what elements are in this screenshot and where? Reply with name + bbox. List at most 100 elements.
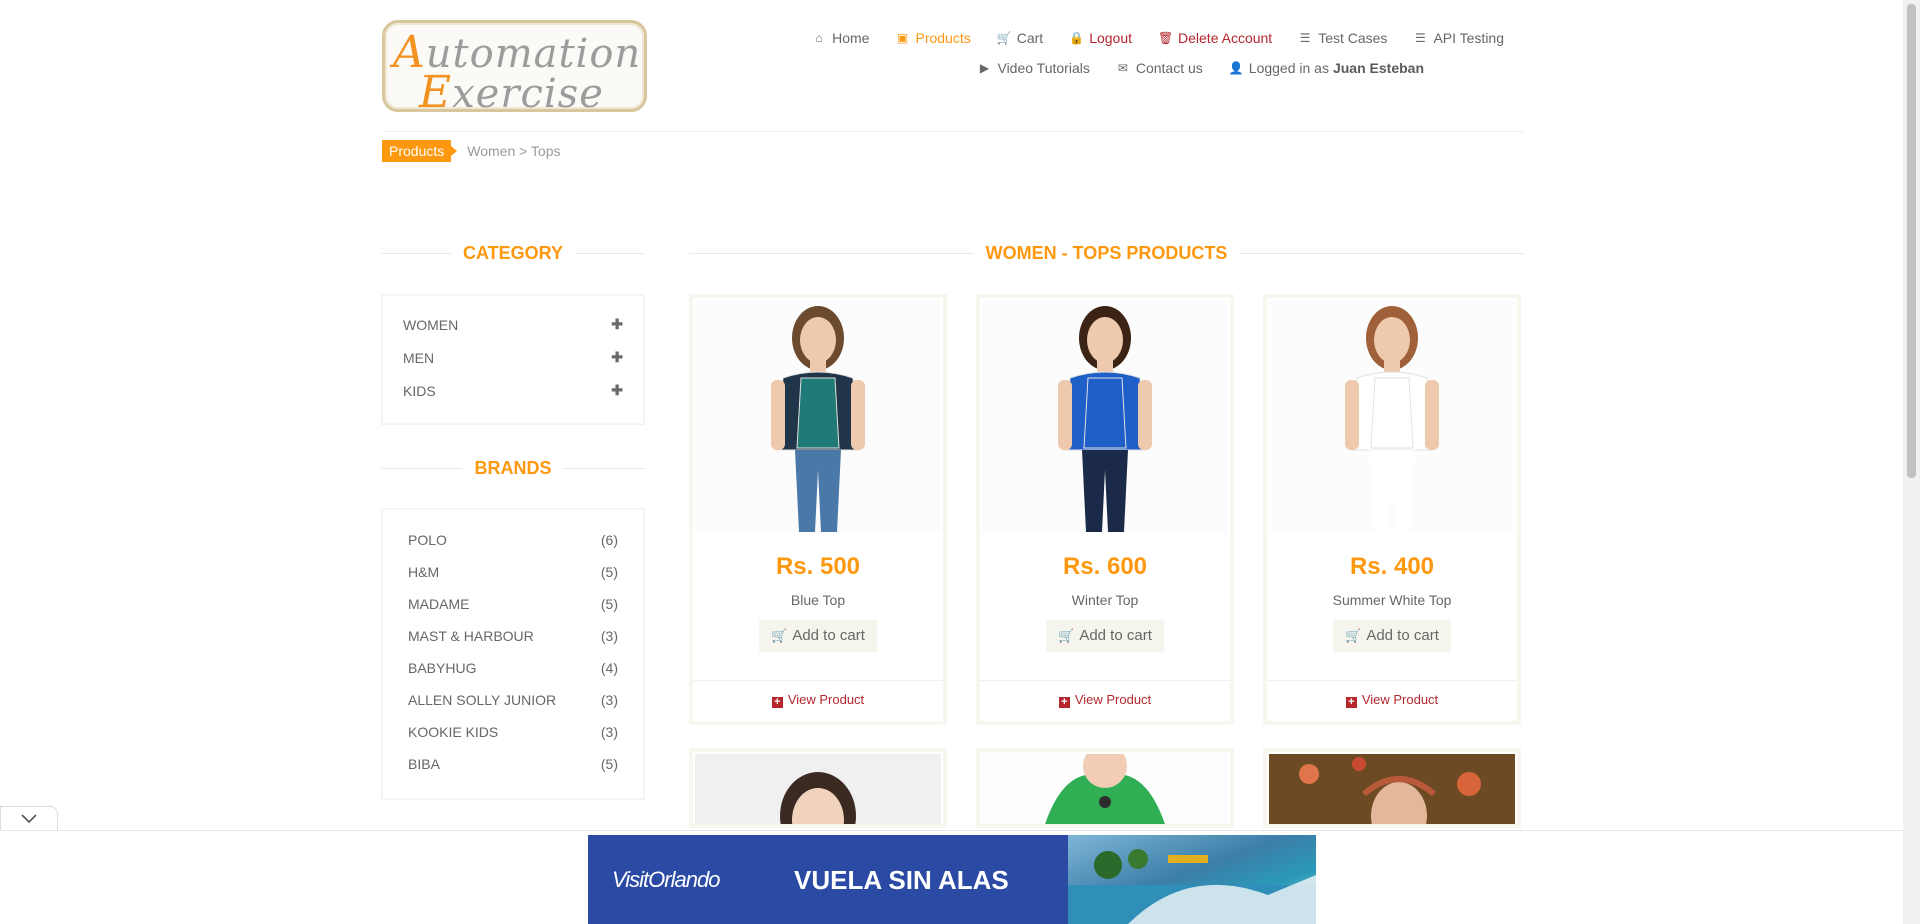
- logo-cap-e: E: [419, 67, 453, 112]
- product-image: [982, 300, 1228, 532]
- brand-count: (5): [600, 596, 618, 612]
- nav-video-tutorials[interactable]: ▶ Video Tutorials: [977, 58, 1090, 78]
- breadcrumb-products[interactable]: Products: [382, 140, 458, 162]
- view-product-link[interactable]: + View Product: [1267, 680, 1517, 721]
- add-to-cart-button[interactable]: 🛒 Add to cart: [1333, 620, 1451, 652]
- category-label: KIDS: [403, 382, 436, 399]
- brand-item[interactable]: H&M (5): [383, 556, 643, 588]
- lock-icon: 🔒: [1069, 31, 1085, 45]
- plus-square-icon: +: [771, 697, 783, 708]
- brand-label: MAST & HARBOUR: [408, 628, 534, 644]
- category-label: WOMEN: [403, 316, 459, 333]
- nav-contact-us[interactable]: ✉ Contact us: [1116, 58, 1203, 78]
- product-price: Rs. 400: [1349, 553, 1435, 580]
- ad-tagline: VUELA SIN ALAS: [794, 865, 1009, 895]
- nav-products-label: Products: [915, 30, 971, 46]
- product-image: [1269, 754, 1515, 824]
- view-product-label: View Product: [787, 692, 865, 707]
- nav-api-testing[interactable]: ☰ API Testing: [1413, 28, 1504, 48]
- brand-count: (4): [600, 660, 618, 676]
- products-title: WOMEN - TOPS PRODUCTS: [973, 243, 1240, 264]
- product-name: Winter Top: [1071, 592, 1139, 608]
- nav-products[interactable]: ▣ Products: [895, 28, 971, 48]
- nav-api-testing-label: API Testing: [1433, 30, 1504, 46]
- breadcrumb: Products Women > Tops: [382, 140, 561, 162]
- nav-test-cases[interactable]: ☰ Test Cases: [1298, 28, 1388, 48]
- brand-item[interactable]: MADAME (5): [383, 588, 643, 620]
- brand-count: (6): [600, 532, 618, 548]
- logged-in-prefix: Logged in as: [1248, 60, 1329, 76]
- product-image: [695, 300, 941, 532]
- nav-home[interactable]: ⌂ Home: [812, 28, 870, 48]
- envelope-icon: ✉: [1117, 61, 1128, 75]
- ad-collapse-toggle[interactable]: [0, 806, 58, 830]
- advertisement-banner[interactable]: VisitOrlando VUELA SIN ALAS: [588, 835, 1316, 924]
- youtube-icon: ▶: [979, 61, 990, 75]
- nav-logout-label: Logout: [1089, 30, 1133, 46]
- add-to-cart-label: Add to cart: [1079, 627, 1152, 644]
- nav-logout[interactable]: 🔒 Logout: [1069, 28, 1132, 48]
- category-item[interactable]: KIDS ✚: [383, 374, 643, 407]
- nav-delete-account-label: Delete Account: [1178, 30, 1273, 46]
- logo-text-2: xercise: [452, 71, 604, 112]
- brand-item[interactable]: BABYHUG (4): [383, 652, 643, 684]
- brand-item[interactable]: KOOKIE KIDS (3): [383, 716, 643, 748]
- product-card: Rs. 400 Summer White Top 🛒 Add to cart + View…: [1263, 294, 1521, 725]
- plus-icon[interactable]: ✚: [611, 382, 623, 399]
- product-image: [982, 754, 1228, 824]
- brands-panel: POLO (6) H&M (5) MADAME (5) MAST & HARBOUR (3) B…: [382, 509, 644, 799]
- brand-count: (3): [600, 692, 618, 708]
- brand-label: BABYHUG: [408, 660, 477, 676]
- ad-brand: VisitOrlando: [612, 867, 720, 892]
- brands-title: BRANDS: [462, 458, 564, 479]
- logged-in-user: Juan Esteban: [1332, 60, 1424, 76]
- add-to-cart-label: Add to cart: [792, 627, 865, 644]
- brand-label: ALLEN SOLLY JUNIOR: [408, 692, 557, 708]
- nav-delete-account[interactable]: 🗑 Delete Account: [1158, 28, 1272, 48]
- product-name: Blue Top: [790, 592, 846, 608]
- view-product-label: View Product: [1361, 692, 1439, 707]
- page-scrollbar[interactable]: [1903, 0, 1920, 924]
- view-product-link[interactable]: + View Product: [693, 680, 943, 721]
- brand-count: (5): [600, 756, 618, 772]
- nav-row-1: ⌂ Home ▣ Products 🛒 Cart 🔒 Logout 🗑 Delete Accoun…: [704, 28, 1505, 48]
- brand-label: H&M: [408, 564, 440, 580]
- logged-in-status: 👤 Logged in as Juan Esteban: [1229, 58, 1424, 78]
- brand-count: (3): [600, 628, 618, 644]
- view-product-label: View Product: [1074, 692, 1152, 707]
- scrollbar-thumb[interactable]: [1907, 4, 1916, 478]
- brand-label: BIBA: [408, 756, 440, 772]
- brand-label: KOOKIE KIDS: [408, 724, 499, 740]
- brand-label: POLO: [408, 532, 447, 548]
- view-product-link[interactable]: + View Product: [980, 680, 1230, 721]
- logo-line-2: Exercise: [419, 67, 604, 112]
- product-image: [695, 754, 941, 824]
- nav-cart[interactable]: 🛒 Cart: [997, 28, 1043, 48]
- category-item[interactable]: MEN ✚: [383, 341, 643, 374]
- brand-item[interactable]: POLO (6): [383, 524, 643, 556]
- product-card: Rs. 600 Winter Top 🛒 Add to cart + View Produ…: [976, 294, 1234, 725]
- ad-photo: [1068, 835, 1316, 924]
- user-icon: 👤: [1228, 61, 1244, 75]
- site-logo[interactable]: Automation Exercise: [382, 20, 647, 112]
- brand-item[interactable]: ALLEN SOLLY JUNIOR (3): [383, 684, 643, 716]
- plus-icon[interactable]: ✚: [611, 316, 623, 333]
- trash-icon: 🗑: [1158, 31, 1174, 45]
- plus-icon[interactable]: ✚: [611, 349, 623, 366]
- cart-icon: 🛒: [1058, 628, 1075, 643]
- brand-label: MADAME: [408, 596, 470, 612]
- cart-icon: 🛒: [1345, 628, 1362, 643]
- nav-row-2: ▶ Video Tutorials ✉ Contact us 👤 Logged in …: [704, 58, 1424, 78]
- nav-video-tutorials-label: Video Tutorials: [997, 60, 1090, 76]
- brand-item[interactable]: MAST & HARBOUR (3): [383, 620, 643, 652]
- brand-item[interactable]: BIBA (5): [383, 748, 643, 780]
- add-to-cart-label: Add to cart: [1366, 627, 1439, 644]
- add-to-cart-button[interactable]: 🛒 Add to cart: [759, 620, 877, 652]
- cart-icon: 🛒: [996, 31, 1012, 45]
- brand-count: (5): [600, 564, 618, 580]
- product-image: [1269, 300, 1515, 532]
- list-icon: ☰: [1415, 31, 1426, 45]
- category-item[interactable]: WOMEN ✚: [383, 308, 643, 341]
- add-to-cart-button[interactable]: 🛒 Add to cart: [1046, 620, 1164, 652]
- nav-test-cases-label: Test Cases: [1318, 30, 1388, 46]
